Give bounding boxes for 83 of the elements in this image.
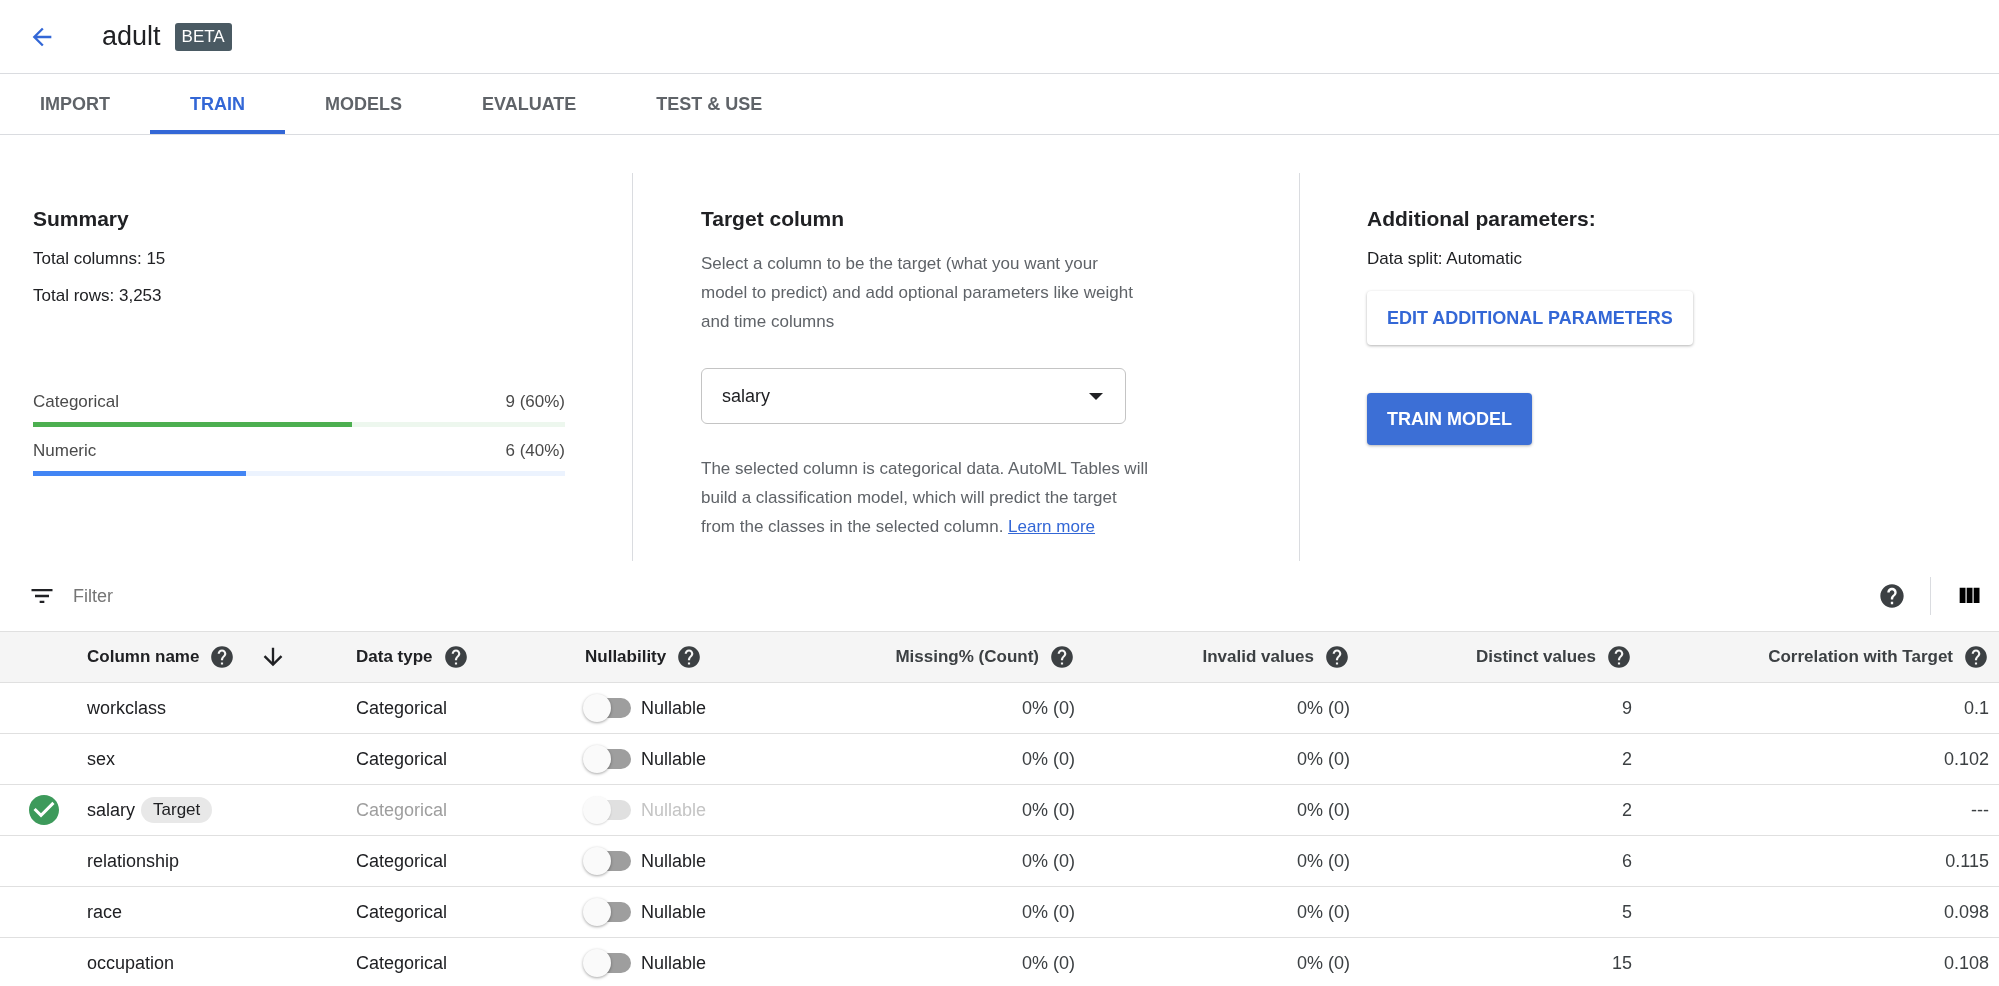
table-cell: Categorical bbox=[356, 748, 448, 770]
column-header: Nullability bbox=[585, 647, 667, 667]
column-header: Data type bbox=[356, 647, 433, 667]
type-count: 6 (40%) bbox=[505, 441, 565, 461]
table-cell: sex bbox=[87, 748, 115, 770]
table-cell: Categorical bbox=[356, 901, 448, 923]
table-cell: --- bbox=[1971, 799, 1989, 821]
table-cell: 0% (0) bbox=[1022, 799, 1075, 821]
table-cell: 15 bbox=[1611, 952, 1632, 974]
table-cell: 0% (0) bbox=[1022, 901, 1075, 923]
toggle-label: Nullable bbox=[641, 799, 707, 821]
table-cell: 0% (0) bbox=[1022, 850, 1075, 872]
table-cell: 9 bbox=[1622, 697, 1632, 719]
target-title: Target column bbox=[701, 207, 846, 231]
table-cell: 0% (0) bbox=[1022, 748, 1075, 770]
table-cell: Categorical bbox=[356, 952, 448, 974]
column-header: Distinct values bbox=[1476, 647, 1596, 667]
tab[interactable]: MODELS bbox=[285, 74, 442, 134]
dropdown-caret-icon bbox=[1089, 392, 1103, 400]
tab[interactable]: IMPORT bbox=[0, 74, 150, 134]
table-cell: 5 bbox=[1622, 901, 1632, 923]
type-count: 9 (60%) bbox=[505, 392, 565, 412]
table-cell: 0% (0) bbox=[1297, 799, 1350, 821]
column-header: Missing% (Count) bbox=[895, 647, 1039, 667]
table-cell: 0.102 bbox=[1943, 748, 1989, 770]
table-cell: 2 bbox=[1622, 748, 1632, 770]
table-cell: race bbox=[87, 901, 122, 923]
train-model-button[interactable]: TRAIN MODEL bbox=[1367, 393, 1532, 445]
tab[interactable]: TRAIN bbox=[150, 74, 285, 134]
toggle-label: Nullable bbox=[641, 697, 707, 719]
toggle-label: Nullable bbox=[641, 901, 707, 923]
toggle-label: Nullable bbox=[641, 952, 707, 974]
learn-more-link[interactable]: Learn more bbox=[1008, 517, 1096, 536]
summary-stat: Total rows: 3,253 bbox=[33, 286, 163, 306]
help-icon[interactable] bbox=[209, 644, 236, 670]
table-cell: 0.108 bbox=[1943, 952, 1989, 974]
table-cell: 0% (0) bbox=[1022, 697, 1075, 719]
column-header: Correlation with Target bbox=[1768, 647, 1953, 667]
table-cell: 0.098 bbox=[1943, 901, 1989, 923]
table-cell: 0% (0) bbox=[1297, 697, 1350, 719]
table-cell: 0.115 bbox=[1945, 850, 1989, 872]
help-icon[interactable] bbox=[1878, 582, 1906, 610]
table-cell: 0% (0) bbox=[1022, 952, 1075, 974]
table-cell: salary bbox=[87, 799, 135, 821]
edit-parameters-button[interactable]: EDIT ADDITIONAL PARAMETERS bbox=[1367, 291, 1693, 345]
tab[interactable]: EVALUATE bbox=[442, 74, 617, 134]
target-note: The selected column is categorical data. AutoML Tables will build a classification model, which will predict the target from the classes in the selected column. Learn more bbox=[701, 458, 1149, 538]
filter-field[interactable]: Filter bbox=[71, 584, 1878, 608]
help-icon[interactable] bbox=[442, 644, 469, 670]
target-select[interactable]: salary bbox=[701, 368, 1126, 424]
help-icon[interactable] bbox=[1606, 644, 1632, 670]
toggle-label: Nullable bbox=[641, 850, 707, 872]
summary-stat: Total columns: 15 bbox=[33, 249, 167, 269]
data-split-text: Data split: Automatic bbox=[1367, 249, 1523, 269]
table-cell: Categorical bbox=[356, 799, 448, 821]
table-cell: 0.1 bbox=[1963, 697, 1989, 719]
table-cell: 0% (0) bbox=[1297, 901, 1350, 923]
table-cell: 0% (0) bbox=[1297, 748, 1350, 770]
help-icon[interactable] bbox=[1963, 644, 1989, 670]
table-cell: 0% (0) bbox=[1297, 850, 1350, 872]
column-header: Invalid values bbox=[1202, 647, 1314, 667]
help-icon[interactable] bbox=[676, 644, 703, 670]
type-label: Numeric bbox=[33, 441, 97, 461]
target-badge: Target bbox=[141, 797, 213, 823]
summary-title: Summary bbox=[33, 207, 130, 231]
table-cell: occupation bbox=[87, 952, 175, 974]
toggle-label: Nullable bbox=[641, 748, 707, 770]
params-title: Additional parameters: bbox=[1367, 207, 1597, 231]
table-cell: workclass bbox=[87, 697, 166, 719]
beta-badge: BETA bbox=[174, 22, 232, 51]
column-header: Column name bbox=[87, 647, 200, 667]
table-cell: 6 bbox=[1622, 850, 1632, 872]
tab[interactable]: TEST & USE bbox=[616, 74, 803, 134]
table-cell: 2 bbox=[1622, 799, 1632, 821]
table-cell: relationship bbox=[87, 850, 180, 872]
table-cell: Categorical bbox=[356, 850, 448, 872]
table-cell: 0% (0) bbox=[1297, 952, 1350, 974]
page-title: adult bbox=[102, 21, 161, 52]
table-cell: Categorical bbox=[356, 697, 448, 719]
help-icon[interactable] bbox=[1049, 644, 1075, 670]
help-icon[interactable] bbox=[1324, 644, 1350, 670]
target-description: Select a column to be the target (what you want your model to predict) and add optional parameters like weight and time columns bbox=[701, 253, 1134, 333]
type-label: Categorical bbox=[33, 392, 119, 412]
